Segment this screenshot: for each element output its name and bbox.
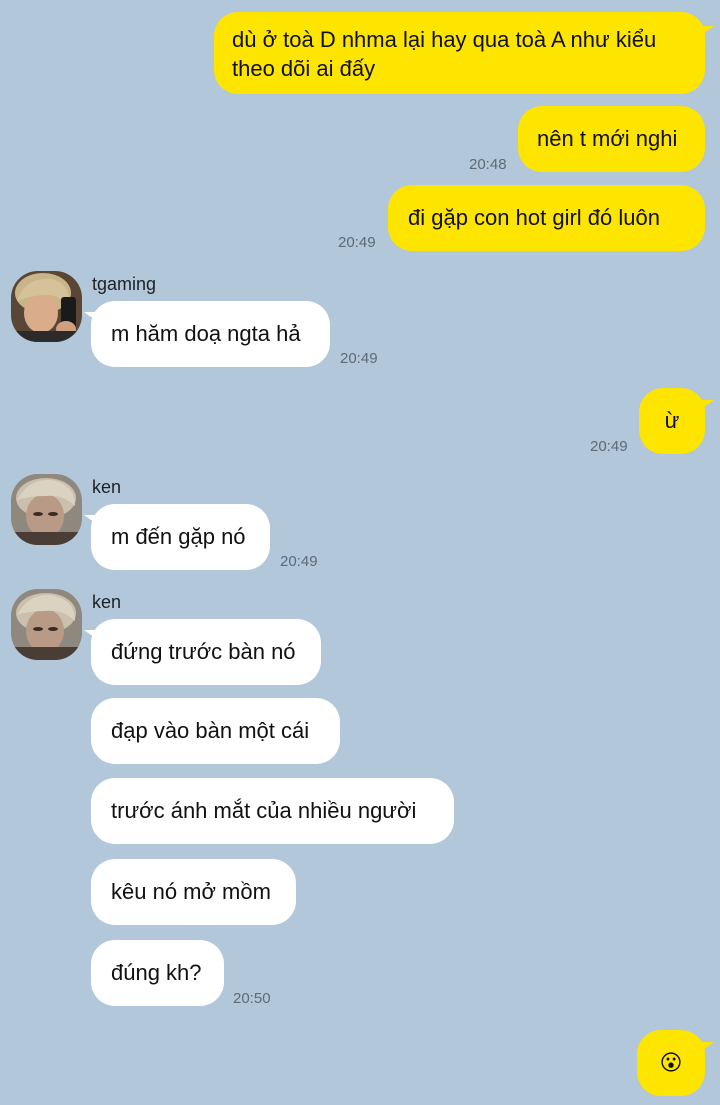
message-text: đi gặp con hot girl đó luôn	[408, 205, 660, 230]
message-timestamp: 20:49	[340, 350, 378, 367]
message-text: đạp vào bàn một cái	[111, 718, 310, 743]
message-bubble-incoming[interactable]: kêu nó mở mồm	[91, 859, 296, 925]
message-text: đúng kh?	[111, 960, 202, 985]
message-bubble-outgoing[interactable]: đi gặp con hot girl đó luôn	[388, 185, 705, 251]
bubble-tail	[700, 1042, 714, 1052]
avatar-ken[interactable]	[11, 589, 82, 660]
message-bubble-outgoing[interactable]: nên t mới nghi	[518, 106, 705, 172]
message-text: kêu nó mở mồm	[111, 879, 271, 904]
message-text: m đến gặp nó	[111, 524, 246, 549]
sender-name: tgaming	[92, 274, 157, 294]
message-text: nên t mới nghi	[537, 126, 678, 151]
message-bubble-outgoing[interactable]: dù ở toà D nhma lại hay qua toà A như ki…	[214, 12, 705, 94]
message-bubble-outgoing[interactable]: 😮	[637, 1030, 705, 1096]
message-bubble-outgoing[interactable]: ừ	[639, 388, 705, 454]
message-bubble-incoming[interactable]: đúng kh?	[91, 940, 224, 1006]
message-timestamp: 20:49	[338, 234, 376, 251]
bubble-tail	[700, 26, 714, 36]
message-bubble-incoming[interactable]: đạp vào bàn một cái	[91, 698, 340, 764]
message-timestamp: 20:48	[469, 156, 507, 173]
message-text-line: theo dõi ai đấy	[232, 56, 376, 81]
message-bubble-incoming[interactable]: trước ánh mắt của nhiều người	[91, 778, 454, 844]
message-timestamp: 20:49	[590, 438, 628, 455]
message-text: đứng trước bàn nó	[111, 639, 296, 664]
message-bubble-incoming[interactable]: đứng trước bàn nó	[91, 619, 321, 685]
message-bubble-incoming[interactable]: m hăm doạ ngta hả	[91, 301, 330, 367]
message-text: trước ánh mắt của nhiều người	[111, 798, 417, 823]
message-timestamp: 20:49	[280, 553, 318, 570]
sender-name: ken	[92, 477, 122, 497]
message-timestamp: 20:50	[233, 990, 271, 1007]
message-bubble-incoming[interactable]: m đến gặp nó	[91, 504, 270, 570]
message-text-line: dù ở toà D nhma lại hay qua toà A như ki…	[232, 27, 657, 52]
surprised-emoji-icon: 😮	[659, 1050, 683, 1075]
avatar-ken[interactable]	[11, 474, 82, 545]
avatar-tgaming[interactable]	[11, 271, 82, 342]
bubble-tail	[700, 400, 714, 410]
sender-name: ken	[92, 592, 122, 612]
message-text: m hăm doạ ngta hả	[111, 321, 301, 346]
message-text: ừ	[664, 408, 680, 433]
